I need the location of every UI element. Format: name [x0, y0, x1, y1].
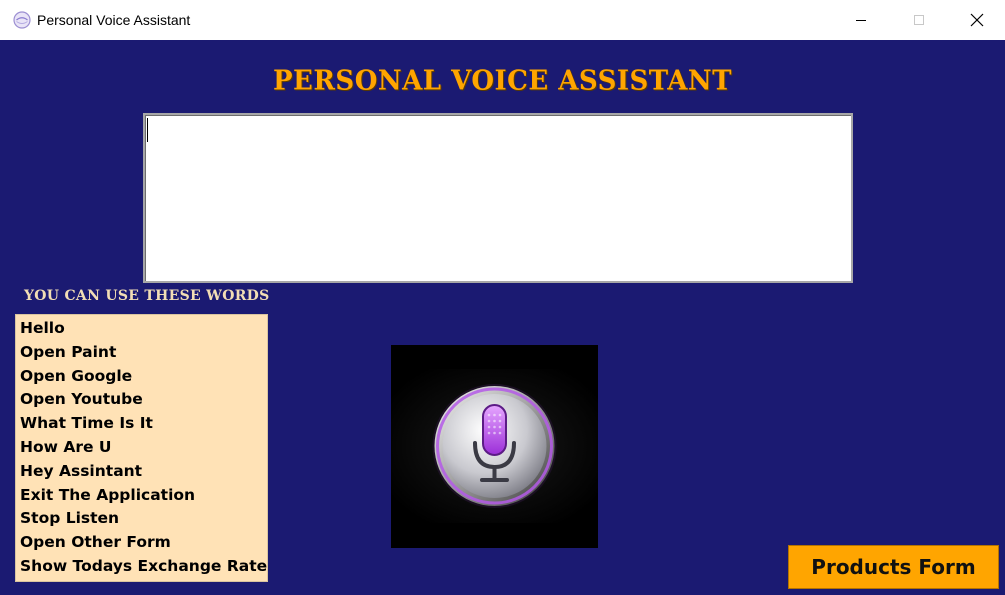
command-item[interactable]: Open Google	[16, 365, 267, 389]
title-bar[interactable]: Personal Voice Assistant	[0, 0, 1005, 40]
command-item[interactable]: Open Paint	[16, 341, 267, 365]
main-panel: PERSONAL VOICE ASSISTANT YOU CAN USE THE…	[0, 40, 1005, 595]
close-icon	[970, 13, 984, 27]
command-item[interactable]: Open Youtube	[16, 388, 267, 412]
microphone-icon	[391, 345, 598, 548]
page-title: PERSONAL VOICE ASSISTANT	[272, 65, 733, 97]
maximize-icon	[914, 15, 924, 25]
command-item[interactable]: Hey Assintant	[16, 460, 267, 484]
command-item[interactable]: What Time Is It	[16, 412, 267, 436]
commands-list[interactable]: Hello Open Paint Open Google Open Youtube Wh…	[15, 314, 268, 582]
app-icon	[13, 11, 31, 29]
products-form-button[interactable]: Products Form	[788, 545, 999, 589]
command-item[interactable]: Hello	[16, 317, 267, 341]
command-item[interactable]: How Are U	[16, 436, 267, 460]
window-title: Personal Voice Assistant	[37, 12, 191, 28]
microphone-button[interactable]	[391, 345, 598, 548]
command-item[interactable]: Exit The Application	[16, 484, 267, 508]
close-button[interactable]	[948, 0, 1005, 40]
minimize-icon	[856, 20, 866, 21]
command-item[interactable]: Stop Listen	[16, 507, 267, 531]
command-item[interactable]: Open Other Form	[16, 531, 267, 555]
command-item[interactable]: Show Todays Exchange Rate	[16, 555, 267, 579]
maximize-button[interactable]	[890, 0, 948, 40]
text-caret	[147, 118, 148, 142]
minimize-button[interactable]	[832, 0, 890, 40]
transcript-textbox[interactable]	[143, 113, 853, 283]
commands-label: YOU CAN USE THESE WORDS	[24, 288, 270, 304]
